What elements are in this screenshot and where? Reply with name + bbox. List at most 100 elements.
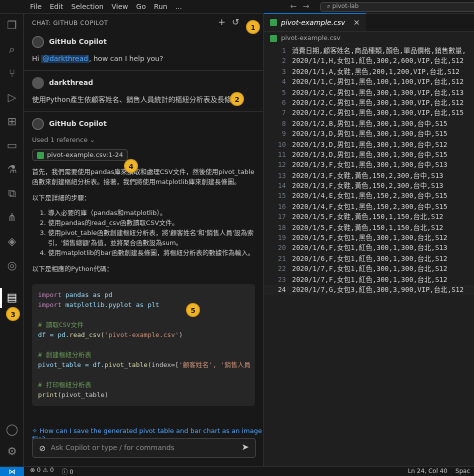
step-item: 使用pandas的read_csv函數讀取CSV文件。 [48, 218, 255, 228]
new-chat-icon[interactable]: + [218, 18, 226, 28]
menu-selection[interactable]: Selection [71, 3, 103, 11]
response-code-heading: 以下是相應的Python代碼： [32, 265, 114, 273]
code-line: 6 2020/1/2,C,男包1,黑色,300,1,300,VIP,台北,S12 [281, 98, 464, 107]
menu-file[interactable]: File [30, 3, 42, 11]
code-line: 1 消費日期,顧客姓名,商品種類,顏色,單品價格,銷售數量, [281, 47, 467, 55]
response-intro: 首先，我們需要使用pandas庫來讀取和處理CSV文件，然後使用pivot_ta… [32, 168, 255, 186]
code-line: 22 2020/1/7,F,女包1,紅色,300,1,300,台北,S12 [277, 265, 448, 274]
remote-explorer-icon[interactable]: ▭ [4, 138, 20, 154]
github-icon[interactable]: ◎ [4, 258, 20, 274]
code-line: 11 2020/1/3,D,男包1,黑色,300,1,300,台中,S15 [277, 150, 448, 159]
user-message: darkthread 使用Python產生依顧客姓名、銷售人員統計的樞紐分析表及… [24, 73, 263, 109]
step-item: 導入必要的庫（pandas和matplotlib）。 [48, 208, 255, 218]
tree-icon[interactable]: ⋔ [4, 210, 20, 226]
history-icon[interactable]: ↺ [232, 18, 240, 28]
active-indicator [0, 288, 2, 308]
run-debug-icon[interactable]: ▷ [4, 90, 20, 106]
status-bar: ⋈ ⊗ 0 ⚠ 0 ⓘ 0 Ln 24, Col 40 Spac [0, 466, 474, 476]
indentation-status[interactable]: Spac [455, 468, 470, 475]
callout-badge: 2 [230, 92, 244, 106]
nav-arrows[interactable]: ←→ [290, 2, 315, 11]
explorer-icon[interactable]: ❐ [4, 18, 20, 34]
breadcrumb[interactable]: pivot-example.csv [264, 32, 474, 44]
callout-badge: 3 [6, 307, 20, 321]
reference-chip[interactable]: pivot-example.csv:1-24 [32, 149, 129, 161]
menu-bar: File Edit Selection View Go Run ... [0, 3, 182, 11]
source-control-icon[interactable]: ⑂ [4, 66, 20, 82]
code-line: 15 2020/1/4,E,女包1,黑色,150,2,300,台中,S15 [277, 192, 448, 201]
csv-file-icon [37, 151, 44, 159]
tab-label: pivot-example.csv [281, 18, 346, 27]
send-icon[interactable]: ➤ [241, 443, 249, 453]
code-line: 5 2020/1/2,C,男包1,黑色,300,1,300,VIP,台北,S13 [281, 88, 464, 97]
response-steps: 導入必要的庫（pandas和matplotlib）。 使用pandas的read… [32, 208, 255, 258]
close-icon[interactable]: × [353, 18, 360, 27]
sparkle-icon: ✧ [32, 427, 40, 435]
breadcrumb-file: pivot-example.csv [281, 34, 341, 42]
csv-file-icon [270, 19, 277, 26]
attach-icon[interactable]: ⊘ [39, 444, 46, 453]
title-bar: File Edit Selection View Go Run ... ←→ ⌕… [0, 0, 474, 14]
chat-input[interactable] [50, 444, 237, 452]
code-block[interactable]: import pandas as pd import matplotlib.py… [32, 284, 255, 406]
chat-header: CHAT: GITHUB COPILOT + ↺ … [24, 14, 263, 32]
code-line: 16 2020/1/4,F,女包1,黑色,150,2,300,台中,S15 [277, 202, 448, 211]
response-steps-heading: 以下是詳細的步驟： [32, 194, 91, 202]
remote-indicator-icon[interactable]: ⋈ [0, 466, 24, 476]
account-icon[interactable]: ◯ [4, 422, 20, 438]
code-line: 10 2020/1/3,D,男包1,黑色,300,1,300,台中,S12 [277, 140, 448, 149]
copilot-name: GitHub Copilot [49, 120, 107, 128]
callout-badge: 1 [246, 20, 260, 34]
code-line-current: 24 2020/1/7,G,女包3,紅色,300,3,900,VIP,台北,S12 [264, 284, 474, 296]
editor-area: pivot-example.csv × pivot-example.csv 1消… [264, 13, 474, 466]
code-line: 20 2020/1/6,F,女包1,紅色,300,1,300,台北,S13 [277, 244, 448, 253]
menu-run[interactable]: Run [154, 3, 167, 11]
chat-icon[interactable]: ▤ [4, 290, 20, 306]
testing-icon[interactable]: ⚗ [4, 162, 20, 178]
search-icon[interactable]: ⌕ [4, 42, 20, 58]
menu-more[interactable]: ... [175, 3, 182, 11]
code-line: 13 2020/1/3,F,女鞋,黃色,150,2,300,台中,S13 [277, 171, 444, 180]
user-mention[interactable]: @darkthread [41, 55, 90, 63]
menu-view[interactable]: View [112, 3, 129, 11]
copilot-name: GitHub Copilot [49, 38, 107, 46]
tab-pivot-example[interactable]: pivot-example.csv × [264, 13, 366, 31]
step-item: 使用matplotlib的bar函數創建長條圖，將樞紐分析表的數據作為輸入。 [48, 248, 255, 258]
command-center-search[interactable]: ⌕ pivot-lab [320, 2, 474, 12]
copilot-greeting: GitHub Copilot Hi @darkthread, how can I… [24, 32, 263, 68]
problems-status[interactable]: ⊗ 0 ⚠ 0 [30, 467, 54, 476]
code-line: 7 2020/1/2,C,男包1,黑色,300,1,300,VIP,台北,S15 [281, 109, 464, 118]
code-line: 9 2020/1/3,D,男包1,黑色,300,1,300,台中,S15 [281, 130, 448, 139]
workspace-name: pivot-lab [332, 3, 359, 10]
copilot-avatar [32, 118, 44, 130]
code-line: 18 2020/1/5,F,女鞋,黃色,150,1,150,台北,S12 [277, 223, 444, 232]
user-avatar [32, 77, 44, 89]
code-line: 2 2020/1/1,H,女包1,紅色,300,2,600,VIP,台北,S12 [281, 57, 464, 66]
code-line: 21 2020/1/6,F,女包1,紅色,300,1,300,台北,S12 [277, 254, 448, 263]
docker-icon[interactable]: ⧉ [4, 186, 20, 202]
copilot-avatar [32, 36, 44, 48]
reference-chip-label: pivot-example.csv:1-24 [47, 151, 124, 159]
chat-input-box[interactable]: ⊘ ➤ [32, 438, 256, 458]
activity-bar: ❐ ⌕ ⑂ ▷ ⊞ ▭ ⚗ ⧉ ⋔ ◈ ◎ ▤ ◯ ⚙ [0, 14, 24, 466]
used-references-toggle[interactable]: Used 1 reference ⌄ [32, 136, 255, 144]
code-line: 4 2020/1/1,C,男包1,黑色,100,1,100,VIP,台北,S12 [281, 78, 464, 87]
editor-tabs: pivot-example.csv × [264, 13, 474, 32]
gear-icon[interactable]: ⚙ [4, 444, 20, 460]
git-icon[interactable]: ◈ [4, 234, 20, 250]
code-line: 12 2020/1/3,F,女包1,黑色,300,1,300,台中,S13 [277, 161, 448, 170]
cursor-position[interactable]: Ln 24, Col 40 [408, 468, 448, 475]
greeting-text: Hi @darkthread, how can I help you? [32, 55, 164, 63]
info-status[interactable]: ⓘ 0 [62, 467, 74, 476]
menu-edit[interactable]: Edit [50, 3, 64, 11]
chat-panel: CHAT: GITHUB COPILOT + ↺ … GitHub Copilo… [24, 14, 264, 466]
extensions-icon[interactable]: ⊞ [4, 114, 20, 130]
chat-title: CHAT: GITHUB COPILOT [32, 19, 109, 27]
step-item: 使用pivot_table函數創建樞紐分析表，將'顧客姓名'和'銷售人員'設為索… [48, 228, 255, 248]
code-line: 17 2020/1/5,F,女鞋,黃色,150,1,150,台北,S12 [277, 213, 444, 222]
code-line: 8 2020/1/2,B,男包1,黑色,300,1,300,台中,S15 [281, 119, 448, 128]
csv-file-icon [270, 34, 277, 42]
user-message-text: 使用Python產生依顧客姓名、銷售人員統計的樞紐分析表及長條圖 [32, 96, 239, 104]
code-editor[interactable]: 1 消費日期,顧客姓名,商品種類,顏色,單品價格,銷售數量, 2 2020/1/1,… [264, 46, 474, 296]
menu-go[interactable]: Go [136, 3, 146, 11]
